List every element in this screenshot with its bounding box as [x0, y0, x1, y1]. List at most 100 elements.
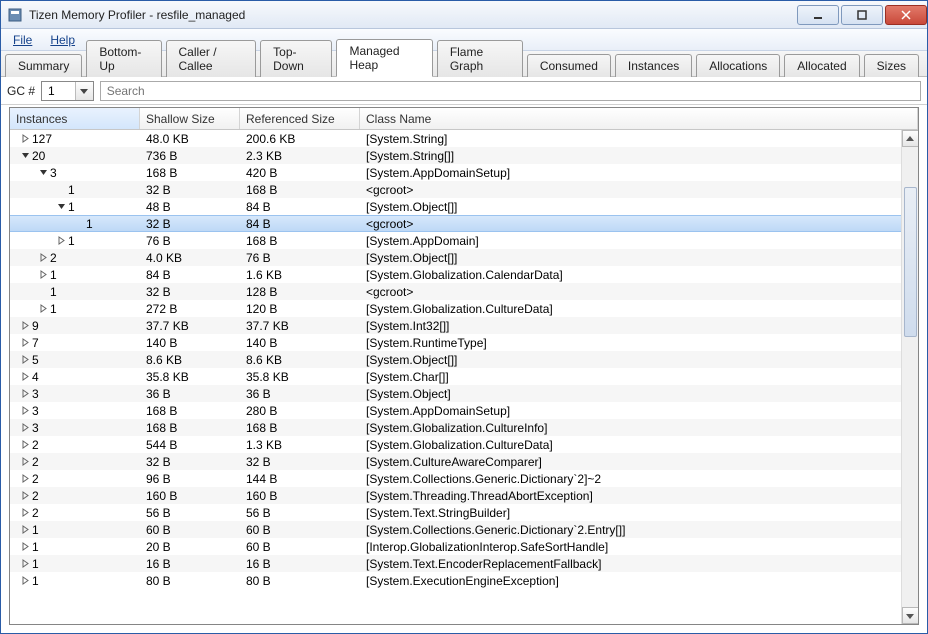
table-row[interactable]: 160 B60 B[System.Collections.Generic.Dic… [10, 521, 918, 538]
table-row[interactable]: 2160 B160 B[System.Threading.ThreadAbort… [10, 487, 918, 504]
expand-icon[interactable] [20, 525, 30, 535]
table-row[interactable]: 256 B56 B[System.Text.StringBuilder] [10, 504, 918, 521]
table-row[interactable]: 232 B32 B[System.CultureAwareComparer] [10, 453, 918, 470]
expand-icon[interactable] [20, 372, 30, 382]
table-row[interactable]: 58.6 KB8.6 KB[System.Object[]] [10, 351, 918, 368]
table-row[interactable]: 176 B168 B[System.AppDomain] [10, 232, 918, 249]
instance-count: 2 [32, 472, 39, 486]
collapse-icon[interactable] [56, 202, 66, 212]
tab-flame-graph[interactable]: Flame Graph [437, 40, 523, 77]
instance-count: 1 [32, 557, 39, 571]
shallow-size: 736 B [140, 149, 240, 163]
expand-icon[interactable] [20, 457, 30, 467]
menu-file[interactable]: File [5, 31, 40, 49]
table-row[interactable]: 7140 B140 B[System.RuntimeType] [10, 334, 918, 351]
expand-icon[interactable] [20, 423, 30, 433]
table-row[interactable]: 2544 B1.3 KB[System.Globalization.Cultur… [10, 436, 918, 453]
referenced-size: 56 B [240, 506, 360, 520]
tab-managed-heap[interactable]: Managed Heap [336, 39, 432, 77]
expand-icon[interactable] [38, 304, 48, 314]
table-row[interactable]: 3168 B420 B[System.AppDomainSetup] [10, 164, 918, 181]
table-row[interactable]: 132 B168 B<gcroot> [10, 181, 918, 198]
close-button[interactable] [885, 5, 927, 25]
vertical-scrollbar[interactable] [901, 130, 918, 624]
referenced-size: 168 B [240, 421, 360, 435]
header-referenced[interactable]: Referenced Size [240, 108, 360, 129]
collapse-icon[interactable] [20, 151, 30, 161]
table-row[interactable]: 20736 B2.3 KB[System.String[]] [10, 147, 918, 164]
tab-caller-callee[interactable]: Caller / Callee [166, 40, 257, 77]
minimize-button[interactable] [797, 5, 839, 25]
collapse-icon[interactable] [38, 168, 48, 178]
expand-icon[interactable] [20, 338, 30, 348]
expand-icon[interactable] [20, 491, 30, 501]
tab-sizes[interactable]: Sizes [864, 54, 919, 77]
shallow-size: 76 B [140, 234, 240, 248]
expand-icon[interactable] [20, 321, 30, 331]
table-row[interactable]: 148 B84 B[System.Object[]] [10, 198, 918, 215]
instance-count: 20 [32, 149, 45, 163]
expand-icon[interactable] [20, 474, 30, 484]
expand-icon[interactable] [20, 389, 30, 399]
instance-count: 3 [32, 421, 39, 435]
table-row[interactable]: 180 B80 B[System.ExecutionEngineExceptio… [10, 572, 918, 589]
instance-count: 2 [32, 438, 39, 452]
maximize-button[interactable] [841, 5, 883, 25]
shallow-size: 544 B [140, 438, 240, 452]
header-class[interactable]: Class Name [360, 108, 918, 129]
window-controls [795, 5, 927, 25]
expand-icon[interactable] [20, 406, 30, 416]
table-row[interactable]: 296 B144 B[System.Collections.Generic.Di… [10, 470, 918, 487]
expand-icon[interactable] [20, 355, 30, 365]
tab-consumed[interactable]: Consumed [527, 54, 611, 77]
table-row[interactable]: 336 B36 B[System.Object] [10, 385, 918, 402]
expand-icon[interactable] [38, 270, 48, 280]
header-instances[interactable]: Instances [10, 108, 140, 129]
scroll-up-button[interactable] [902, 130, 919, 147]
menu-help[interactable]: Help [42, 31, 83, 49]
scroll-thumb[interactable] [904, 187, 917, 337]
gc-select[interactable]: 1 [41, 81, 94, 101]
class-name: [System.Collections.Generic.Dictionary`2… [360, 523, 918, 537]
tab-allocated[interactable]: Allocated [784, 54, 859, 77]
table-row[interactable]: 1272 B120 B[System.Globalization.Culture… [10, 300, 918, 317]
shallow-size: 32 B [140, 217, 240, 231]
shallow-size: 84 B [140, 268, 240, 282]
expand-icon[interactable] [20, 508, 30, 518]
table-row[interactable]: 132 B84 B<gcroot> [10, 215, 918, 232]
table-row[interactable]: 12748.0 KB200.6 KB[System.String] [10, 130, 918, 147]
titlebar[interactable]: Tizen Memory Profiler - resfile_managed [1, 1, 927, 29]
expand-icon[interactable] [56, 236, 66, 246]
table-row[interactable]: 435.8 KB35.8 KB[System.Char[]] [10, 368, 918, 385]
expand-icon[interactable] [20, 542, 30, 552]
app-icon [7, 7, 23, 23]
expand-icon[interactable] [20, 440, 30, 450]
table-row[interactable]: 116 B16 B[System.Text.EncoderReplacement… [10, 555, 918, 572]
tab-instances[interactable]: Instances [615, 54, 692, 77]
class-name: [System.String] [360, 132, 918, 146]
chevron-down-icon [75, 82, 93, 100]
table-row[interactable]: 3168 B168 B[System.Globalization.Culture… [10, 419, 918, 436]
table-row[interactable]: 120 B60 B[Interop.GlobalizationInterop.S… [10, 538, 918, 555]
search-input[interactable] [100, 81, 921, 101]
header-shallow[interactable]: Shallow Size [140, 108, 240, 129]
expand-icon[interactable] [20, 559, 30, 569]
instance-count: 9 [32, 319, 39, 333]
table-row[interactable]: 184 B1.6 KB[System.Globalization.Calenda… [10, 266, 918, 283]
table-row[interactable]: 24.0 KB76 B[System.Object[]] [10, 249, 918, 266]
class-name: [System.RuntimeType] [360, 336, 918, 350]
instance-count: 7 [32, 336, 39, 350]
tab-bottom-up[interactable]: Bottom-Up [86, 40, 161, 77]
scroll-track[interactable] [902, 147, 919, 607]
tab-summary[interactable]: Summary [5, 54, 82, 77]
scroll-down-button[interactable] [902, 607, 919, 624]
expand-icon[interactable] [20, 134, 30, 144]
table-row[interactable]: 132 B128 B<gcroot> [10, 283, 918, 300]
expand-icon[interactable] [20, 576, 30, 586]
shallow-size: 96 B [140, 472, 240, 486]
expand-icon[interactable] [38, 253, 48, 263]
table-row[interactable]: 3168 B280 B[System.AppDomainSetup] [10, 402, 918, 419]
tab-top-down[interactable]: Top-Down [260, 40, 332, 77]
table-row[interactable]: 937.7 KB37.7 KB[System.Int32[]] [10, 317, 918, 334]
tab-allocations[interactable]: Allocations [696, 54, 780, 77]
